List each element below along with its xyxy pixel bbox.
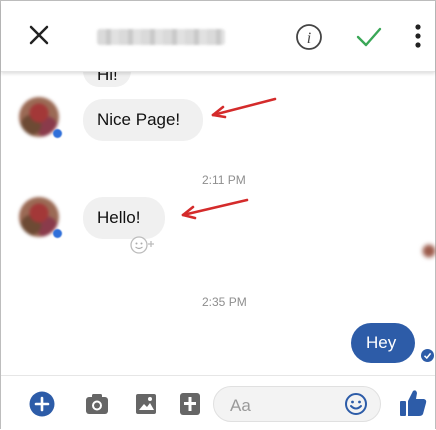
info-icon[interactable]: i <box>295 23 323 51</box>
message-bubble-sent: Hey <box>351 323 415 363</box>
add-reaction-icon[interactable] <box>127 235 159 255</box>
message-bubble: Hello! <box>83 197 165 239</box>
presence-dot <box>53 229 62 238</box>
add-circle-icon[interactable] <box>29 391 55 417</box>
emoji-icon[interactable] <box>344 392 368 416</box>
message-input[interactable]: Aa <box>213 386 381 422</box>
annotation-arrow <box>181 198 249 220</box>
message-text: Hey <box>366 333 397 352</box>
timestamp: 2:11 PM <box>202 173 246 187</box>
conversation-header: i <box>1 1 435 72</box>
check-icon[interactable] <box>355 25 383 49</box>
close-icon[interactable] <box>27 23 51 47</box>
message-text: Hello! <box>97 208 141 227</box>
contact-name-blurred <box>97 29 225 45</box>
thumbs-up-icon[interactable] <box>399 388 427 418</box>
partial-avatar <box>421 241 436 261</box>
image-icon[interactable] <box>135 393 157 415</box>
message-input-placeholder: Aa <box>230 396 251 415</box>
timestamp: 2:35 PM <box>202 295 247 309</box>
more-vert-icon[interactable] <box>413 23 423 49</box>
annotation-arrow <box>211 97 277 119</box>
sent-check-icon <box>421 349 434 362</box>
presence-dot <box>53 129 62 138</box>
svg-text:i: i <box>307 30 311 47</box>
sticker-icon[interactable] <box>179 392 201 416</box>
message-text: Nice Page! <box>97 110 181 129</box>
composer-bar: Aa <box>1 375 435 430</box>
camera-icon[interactable] <box>85 393 109 415</box>
message-bubble: Nice Page! <box>83 99 203 141</box>
